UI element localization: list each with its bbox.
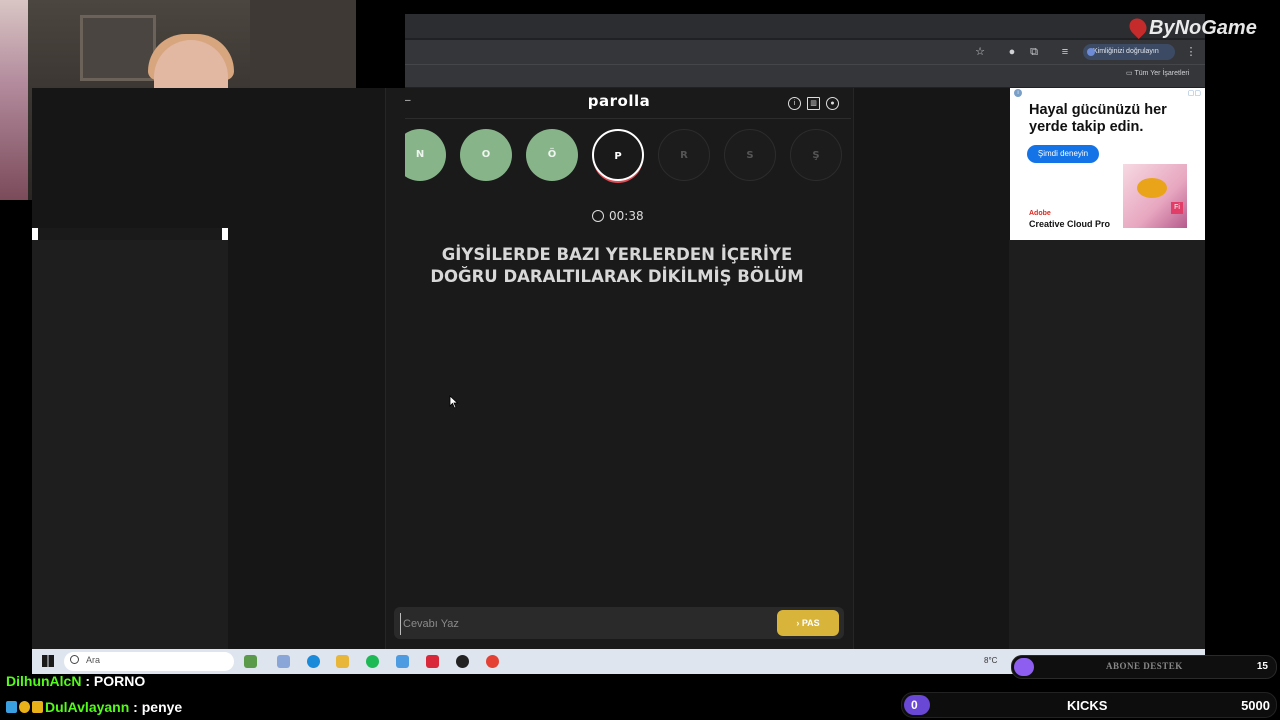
timer: 00:38 — [592, 209, 644, 223]
kicks-goal-bar: 0 KICKS 5000 — [901, 692, 1277, 718]
left-banner — [32, 228, 228, 240]
edge-icon[interactable] — [307, 655, 320, 668]
sub-goal-label: ABONE DESTEK — [1106, 661, 1183, 671]
letter-circle-5: R — [658, 129, 710, 181]
question-text: GİYSİLERDE BAZI YERLERDEN İÇERİYE DOĞRU … — [430, 245, 804, 286]
letter-circle-7: Ş — [790, 129, 842, 181]
ad-info-icon[interactable]: i — [1014, 89, 1022, 97]
widgets-icon[interactable] — [244, 655, 257, 668]
pass-button[interactable]: › PAS — [777, 610, 839, 636]
sub-goal-target: 15 — [1256, 661, 1268, 672]
chat-username: DulAvlayann — [45, 699, 130, 715]
answer-input[interactable] — [400, 613, 765, 635]
chat-text: PORNO — [93, 673, 146, 689]
letter-circle-6: S — [724, 129, 776, 181]
letter-circle-2: O — [460, 129, 512, 181]
ad-cta-button[interactable]: Şimdi deneyin — [1027, 145, 1099, 163]
taskbar-search-label: Ara — [86, 655, 101, 665]
sub-badge-icon — [6, 701, 17, 713]
chat-text: penye — [141, 699, 183, 715]
kicks-label: KICKS — [1067, 698, 1108, 713]
sub-goal-fill — [1014, 658, 1034, 676]
mouse-cursor-icon — [449, 395, 459, 409]
spotify-icon[interactable] — [366, 655, 379, 668]
left-side-panel — [32, 240, 228, 649]
letter-circle-4: P — [592, 129, 644, 181]
search-icon — [70, 655, 79, 664]
clock-icon — [592, 210, 604, 222]
crown-badge-icon — [32, 701, 43, 713]
watermark-text: ByNoGame — [1149, 17, 1257, 39]
weather-temperature[interactable]: 8°C — [984, 656, 997, 665]
start-button[interactable] — [42, 655, 54, 667]
chat-message: DilhunAlcN : PORNO — [6, 673, 146, 689]
advertisement[interactable]: i ▢▢ Hayal gücünüzü her yerde takip edin… — [1010, 88, 1205, 240]
letter-circle-3: Ö — [526, 129, 578, 181]
app-icon[interactable] — [426, 655, 439, 668]
pass-label: PAS — [801, 618, 820, 628]
sub-goal-bar: ABONE DESTEK 15 — [1011, 655, 1277, 679]
taskbar-search[interactable]: Ara — [64, 652, 234, 671]
chrome-icon[interactable] — [486, 655, 499, 668]
kicks-current: 0 — [911, 698, 918, 712]
timer-value: 00:38 — [609, 209, 644, 223]
chat-message: DulAvlayann : penye — [6, 699, 182, 715]
ad-brand-product: Creative Cloud Pro — [1029, 219, 1111, 229]
copilot-icon[interactable] — [277, 655, 290, 668]
ad-close-icon[interactable]: ▢▢ — [1188, 89, 1201, 97]
ad-brand-company: Adobe — [1029, 210, 1051, 217]
obs-icon[interactable] — [456, 655, 469, 668]
stream-watermark: ByNoGame — [1125, 14, 1257, 40]
settings-icon[interactable] — [396, 655, 409, 668]
kicks-goal: 5000 — [1241, 698, 1270, 713]
flame-logo-icon — [1125, 14, 1151, 40]
answer-form: › PAS — [394, 607, 844, 639]
chat-username: DilhunAlcN — [6, 673, 82, 689]
ad-headline: Hayal gücünüzü her yerde takip edin. — [1029, 102, 1167, 135]
ad-image: Fi — [1123, 164, 1187, 228]
gift-badge-icon — [19, 701, 30, 713]
explorer-icon[interactable] — [336, 655, 349, 668]
